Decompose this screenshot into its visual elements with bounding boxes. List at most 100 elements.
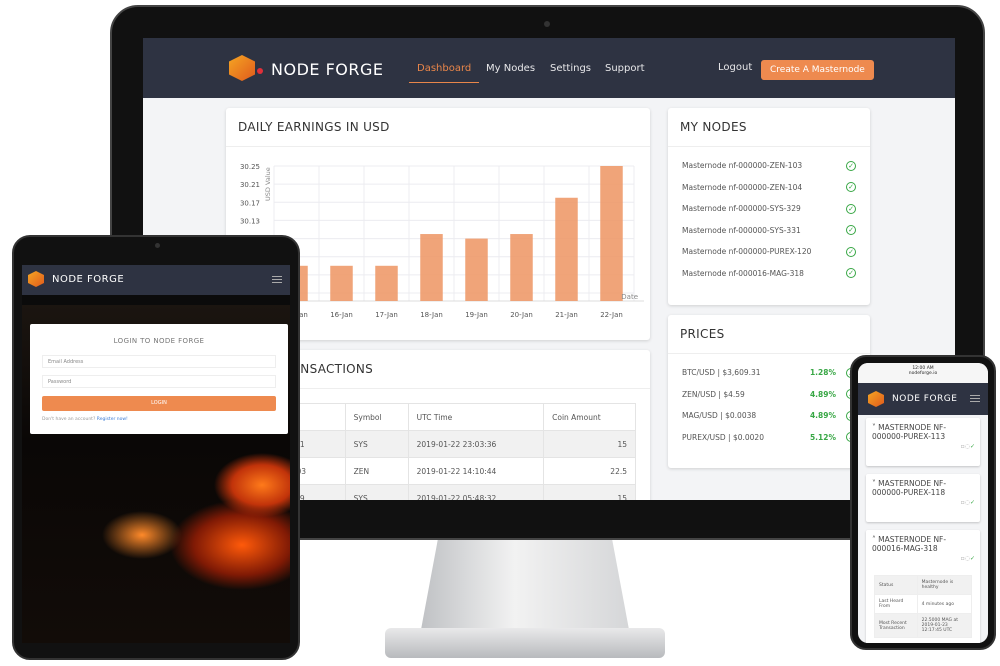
phone-screen: 12:00 AM nodeforge.io NODE FORGE ˅ MASTE…	[858, 363, 988, 643]
bar-19-Jan	[465, 238, 488, 301]
chevron-icon[interactable]: ˅	[872, 479, 876, 488]
monitor-base	[385, 628, 665, 658]
price-pair: ZEN/USD | $4.59	[682, 389, 745, 399]
price-item: MAG/USD | $0.00384.89%↗	[668, 405, 870, 427]
bar-16-Jan	[330, 265, 353, 301]
check-circle-icon: ✓	[846, 268, 856, 279]
brand-name[interactable]: NODE FORGE	[892, 394, 957, 404]
brand-name[interactable]: NODE FORGE	[271, 60, 384, 79]
price-change: 5.12%	[809, 432, 836, 442]
column-header: Symbol	[344, 403, 409, 431]
node-list-item[interactable]: Masternode nf-000000-PUREX-120 ✓	[668, 241, 870, 263]
masternode-card[interactable]: ˄ MASTERNODE NF-000016-MAG-318 ▫◌✓ Status M…	[866, 530, 980, 643]
register-link[interactable]: Register now!	[97, 417, 128, 422]
table-cell: 2019-01-22 05:48:32	[407, 484, 545, 500]
table-cell: 15	[543, 484, 636, 500]
check-circle-icon: ✓	[846, 182, 856, 193]
table-cell: 15	[543, 430, 636, 458]
price-item: BTC/USD | $3,609.311.28%↗	[668, 362, 870, 384]
hamburger-menu-icon[interactable]	[272, 276, 282, 283]
node-list-item[interactable]: Masternode nf-000016-MAG-318 ✓	[668, 263, 870, 285]
table-cell: 22.5	[543, 457, 636, 485]
hamburger-menu-icon[interactable]	[970, 395, 980, 402]
check-circle-icon: ✓	[846, 246, 856, 257]
login-card: LOGIN TO NODE FORGE Email Address Passwo…	[30, 324, 288, 434]
node-list-item[interactable]: Masternode nf-000000-SYS-331 ✓	[668, 220, 870, 242]
detail-value: 4 minutes ago	[916, 594, 973, 614]
detail-row: Most Recent Transaction 22.5000 MAG at 20…	[874, 613, 973, 638]
logout-link[interactable]: Logout	[718, 62, 752, 73]
tablet-camera	[155, 243, 160, 248]
status-bar: 12:00 AM nodeforge.io	[858, 363, 988, 383]
x-tick-label: 17-Jan	[375, 311, 398, 319]
chevron-icon[interactable]: ˅	[872, 423, 876, 432]
table-cell: SYS	[344, 484, 409, 500]
x-axis-label: Date	[621, 293, 638, 301]
my-nodes-card: MY NODES Masternode nf-000000-ZEN-103 ✓ Ma…	[668, 108, 870, 305]
nav-settings[interactable]: Settings	[550, 63, 591, 74]
tablet-navbar: NODE FORGE	[22, 265, 290, 295]
nav-my-nodes[interactable]: My Nodes	[486, 63, 535, 74]
logo-icon	[868, 391, 884, 407]
x-tick-label: 22-Jan	[600, 311, 623, 319]
node-name: Masternode nf-000000-ZEN-104	[682, 182, 803, 192]
detail-row: Last Heard From 4 minutes ago	[874, 594, 973, 614]
table-cell: SYS	[344, 430, 409, 458]
phone-navbar: NODE FORGE	[858, 383, 988, 415]
navbar: NODE FORGE Dashboard My Nodes Settings S…	[143, 38, 955, 98]
create-masternode-button[interactable]: Create A Masternode	[761, 60, 874, 80]
check-circle-icon: ✓	[846, 203, 856, 214]
login-button[interactable]: LOGIN	[42, 396, 276, 411]
node-list-item[interactable]: Masternode nf-000000-SYS-329 ✓	[668, 198, 870, 220]
masternode-title: MASTERNODE NF-000000-PUREX-118	[872, 479, 947, 497]
table-cell: 2019-01-22 23:03:36	[407, 430, 545, 458]
y-axis-label: USD Value	[264, 167, 272, 201]
detail-label: Most Recent Transaction	[874, 613, 918, 638]
price-pair: BTC/USD | $3,609.31	[682, 368, 761, 378]
y-tick-label: 30.13	[240, 217, 260, 225]
node-list-item[interactable]: Masternode nf-000000-ZEN-103 ✓	[668, 155, 870, 177]
detail-label: Last Heard From	[874, 594, 918, 614]
check-circle-icon: ✓	[846, 225, 856, 236]
node-name: Masternode nf-000000-SYS-331	[682, 225, 801, 235]
masternode-card[interactable]: ˅ MASTERNODE NF-000000-PUREX-113 ▫◌✓	[866, 418, 980, 466]
logo-icon	[28, 271, 44, 287]
detail-label: Status	[874, 575, 918, 595]
masternode-title: MASTERNODE NF-000016-MAG-318	[872, 535, 947, 553]
x-tick-label: 16-Jan	[330, 311, 353, 319]
prices-card: PRICES BTC/USD | $3,609.311.28%↗ZEN/USD …	[668, 315, 870, 468]
brand-name[interactable]: NODE FORGE	[52, 274, 124, 285]
detail-value: Masternode is healthy	[916, 575, 973, 595]
detail-value: 22.5000 MAG at 2019-01-23 12:17:45 UTC	[916, 613, 973, 638]
price-change: 4.89%	[809, 411, 836, 421]
price-change: 1.28%	[809, 368, 836, 378]
masternode-card[interactable]: ˅ MASTERNODE NF-000000-PUREX-118 ▫◌✓	[866, 474, 980, 522]
tablet-screen: NODE FORGE LOGIN TO NODE FORGE Email Add…	[22, 265, 290, 643]
nav-support[interactable]: Support	[605, 63, 645, 74]
node-name: Masternode nf-000016-MAG-318	[682, 268, 804, 278]
chevron-icon[interactable]: ˄	[872, 535, 876, 544]
node-name: Masternode nf-000000-SYS-329	[682, 204, 801, 214]
table-cell: 2019-01-22 14:10:44	[407, 457, 545, 485]
earnings-title: DAILY EARNINGS IN USD	[226, 108, 650, 147]
check-circle-icon: ✓	[846, 160, 856, 171]
bar-22-Jan	[600, 166, 623, 301]
bar-20-Jan	[510, 234, 533, 301]
bar-21-Jan	[555, 197, 578, 301]
register-prompt: Don't have an account? Register now!	[42, 417, 128, 422]
logo-dot	[257, 68, 263, 74]
masternode-title: MASTERNODE NF-000000-PUREX-113	[872, 423, 947, 441]
email-input[interactable]: Email Address	[42, 355, 276, 368]
detail-row: Status Masternode is healthy	[874, 575, 973, 595]
x-tick-label: 20-Jan	[510, 311, 533, 319]
prices-title: PRICES	[668, 315, 870, 354]
nav-dashboard[interactable]: Dashboard	[409, 63, 480, 83]
node-list-item[interactable]: Masternode nf-000000-ZEN-104 ✓	[668, 177, 870, 199]
logo-icon	[229, 55, 255, 81]
password-input[interactable]: Password	[42, 375, 276, 388]
url-bar[interactable]: nodeforge.io	[858, 371, 988, 376]
y-tick-label: 30.25	[240, 163, 260, 171]
price-pair: PUREX/USD | $0.0020	[682, 432, 764, 442]
my-nodes-title: MY NODES	[668, 108, 870, 147]
price-pair: MAG/USD | $0.0038	[682, 411, 757, 421]
